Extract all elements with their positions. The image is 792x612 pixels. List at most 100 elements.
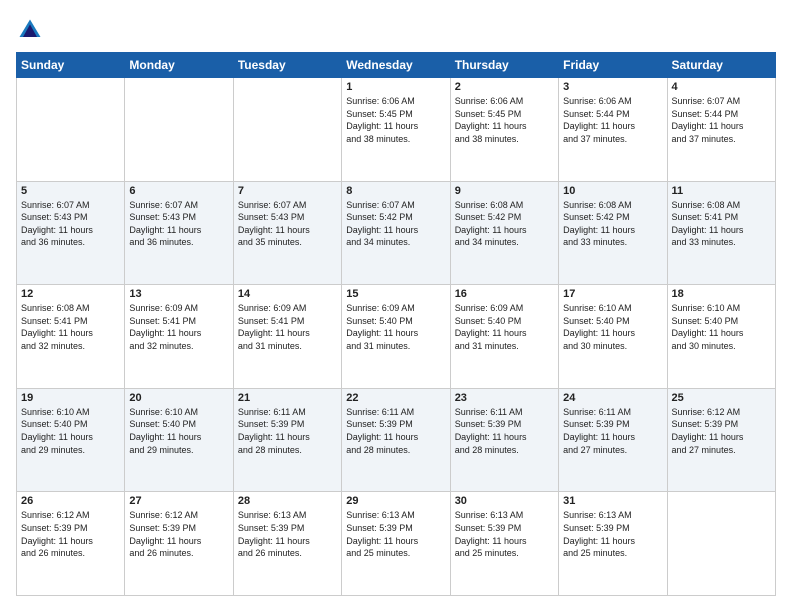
- calendar-cell: 14 Sunrise: 6:09 AM Sunset: 5:41 PM Dayli…: [233, 285, 341, 389]
- day-info: Sunrise: 6:09 AM Sunset: 5:40 PM Dayligh…: [455, 302, 554, 352]
- day-number: 11: [672, 185, 771, 197]
- day-number: 31: [563, 495, 662, 507]
- day-info: Sunrise: 6:08 AM Sunset: 5:42 PM Dayligh…: [563, 199, 662, 249]
- calendar-cell: 21Sunrise: 6:11 AM Sunset: 5:39 PM Dayli…: [233, 388, 341, 492]
- day-number: 5: [21, 185, 120, 197]
- calendar-cell: 22 Sunrise: 6:11 AM Sunset: 5:39 PM Dayli…: [342, 388, 450, 492]
- day-info: Sunrise: 6:10 AM Sunset: 5:40 PM Dayligh…: [563, 302, 662, 352]
- day-number: 19: [21, 392, 120, 404]
- day-info: Sunrise: 6:08 AM Sunset: 5:41 PM Dayligh…: [21, 302, 120, 352]
- calendar-header-thursday: Thursday: [450, 53, 558, 78]
- day-info: Sunrise: 6:13 AM Sunset: 5:39 PM Dayligh…: [563, 509, 662, 559]
- day-info: Sunrise: 6:07 AM Sunset: 5:43 PM Dayligh…: [238, 199, 337, 249]
- day-number: 22: [346, 392, 445, 404]
- calendar: SundayMondayTuesdayWednesdayThursdayFrid…: [16, 52, 776, 596]
- calendar-cell: 1 Sunrise: 6:06 AM Sunset: 5:45 PM Daylig…: [342, 78, 450, 182]
- calendar-header-wednesday: Wednesday: [342, 53, 450, 78]
- day-info: Sunrise: 6:13 AM Sunset: 5:39 PM Dayligh…: [455, 509, 554, 559]
- day-info: Sunrise: 6:10 AM Sunset: 5:40 PM Dayligh…: [129, 406, 228, 456]
- calendar-cell: [667, 492, 775, 596]
- day-info: Sunrise: 6:09 AM Sunset: 5:40 PM Dayligh…: [346, 302, 445, 352]
- calendar-cell: 12 Sunrise: 6:08 AM Sunset: 5:41 PM Dayli…: [17, 285, 125, 389]
- day-info: Sunrise: 6:11 AM Sunset: 5:39 PM Dayligh…: [346, 406, 445, 456]
- calendar-cell: 28 Sunrise: 6:13 AM Sunset: 5:39 PM Dayli…: [233, 492, 341, 596]
- day-info: Sunrise: 6:06 AM Sunset: 5:44 PM Dayligh…: [563, 95, 662, 145]
- calendar-cell: 23 Sunrise: 6:11 AM Sunset: 5:39 PM Dayli…: [450, 388, 558, 492]
- calendar-cell: 25Sunrise: 6:12 AM Sunset: 5:39 PM Dayli…: [667, 388, 775, 492]
- calendar-header-row: SundayMondayTuesdayWednesdayThursdayFrid…: [17, 53, 776, 78]
- day-number: 1: [346, 81, 445, 93]
- calendar-cell: 3 Sunrise: 6:06 AM Sunset: 5:44 PM Daylig…: [559, 78, 667, 182]
- day-number: 6: [129, 185, 228, 197]
- calendar-cell: 31 Sunrise: 6:13 AM Sunset: 5:39 PM Dayli…: [559, 492, 667, 596]
- calendar-cell: 10 Sunrise: 6:08 AM Sunset: 5:42 PM Dayli…: [559, 181, 667, 285]
- day-info: Sunrise: 6:13 AM Sunset: 5:39 PM Dayligh…: [238, 509, 337, 559]
- day-number: 16: [455, 288, 554, 300]
- calendar-cell: 20 Sunrise: 6:10 AM Sunset: 5:40 PM Dayli…: [125, 388, 233, 492]
- day-number: 7: [238, 185, 337, 197]
- day-info: Sunrise: 6:09 AM Sunset: 5:41 PM Dayligh…: [129, 302, 228, 352]
- calendar-cell: [233, 78, 341, 182]
- calendar-cell: 27 Sunrise: 6:12 AM Sunset: 5:39 PM Dayli…: [125, 492, 233, 596]
- calendar-cell: 5 Sunrise: 6:07 AM Sunset: 5:43 PM Daylig…: [17, 181, 125, 285]
- calendar-cell: 4 Sunrise: 6:07 AM Sunset: 5:44 PM Daylig…: [667, 78, 775, 182]
- day-info: Sunrise: 6:12 AM Sunset: 5:39 PM Dayligh…: [21, 509, 120, 559]
- calendar-cell: 7 Sunrise: 6:07 AM Sunset: 5:43 PM Daylig…: [233, 181, 341, 285]
- day-info: Sunrise: 6:10 AM Sunset: 5:40 PM Dayligh…: [672, 302, 771, 352]
- day-info: Sunrise: 6:07 AM Sunset: 5:42 PM Dayligh…: [346, 199, 445, 249]
- day-number: 3: [563, 81, 662, 93]
- calendar-cell: [17, 78, 125, 182]
- day-info: Sunrise: 6:11 AM Sunset: 5:39 PM Dayligh…: [563, 406, 662, 456]
- day-number: 28: [238, 495, 337, 507]
- header: [16, 16, 776, 44]
- calendar-week-2: 12 Sunrise: 6:08 AM Sunset: 5:41 PM Dayli…: [17, 285, 776, 389]
- day-info: Sunrise: 6:07 AM Sunset: 5:43 PM Dayligh…: [21, 199, 120, 249]
- day-info: Sunrise: 6:06 AM Sunset: 5:45 PM Dayligh…: [455, 95, 554, 145]
- day-info: Sunrise: 6:07 AM Sunset: 5:44 PM Dayligh…: [672, 95, 771, 145]
- day-info: Sunrise: 6:09 AM Sunset: 5:41 PM Dayligh…: [238, 302, 337, 352]
- day-number: 10: [563, 185, 662, 197]
- calendar-cell: 2Sunrise: 6:06 AM Sunset: 5:45 PM Daylig…: [450, 78, 558, 182]
- day-info: Sunrise: 6:07 AM Sunset: 5:43 PM Dayligh…: [129, 199, 228, 249]
- calendar-cell: 8 Sunrise: 6:07 AM Sunset: 5:42 PM Daylig…: [342, 181, 450, 285]
- calendar-cell: 29Sunrise: 6:13 AM Sunset: 5:39 PM Dayli…: [342, 492, 450, 596]
- day-number: 18: [672, 288, 771, 300]
- day-number: 4: [672, 81, 771, 93]
- calendar-header-tuesday: Tuesday: [233, 53, 341, 78]
- calendar-cell: 6 Sunrise: 6:07 AM Sunset: 5:43 PM Daylig…: [125, 181, 233, 285]
- day-number: 13: [129, 288, 228, 300]
- day-number: 17: [563, 288, 662, 300]
- day-info: Sunrise: 6:10 AM Sunset: 5:40 PM Dayligh…: [21, 406, 120, 456]
- calendar-header-sunday: Sunday: [17, 53, 125, 78]
- calendar-cell: 30 Sunrise: 6:13 AM Sunset: 5:39 PM Dayli…: [450, 492, 558, 596]
- day-number: 8: [346, 185, 445, 197]
- day-info: Sunrise: 6:12 AM Sunset: 5:39 PM Dayligh…: [672, 406, 771, 456]
- logo-icon: [16, 16, 44, 44]
- calendar-cell: 11 Sunrise: 6:08 AM Sunset: 5:41 PM Dayli…: [667, 181, 775, 285]
- calendar-cell: 18 Sunrise: 6:10 AM Sunset: 5:40 PM Dayli…: [667, 285, 775, 389]
- day-number: 30: [455, 495, 554, 507]
- day-info: Sunrise: 6:12 AM Sunset: 5:39 PM Dayligh…: [129, 509, 228, 559]
- day-info: Sunrise: 6:06 AM Sunset: 5:45 PM Dayligh…: [346, 95, 445, 145]
- calendar-week-0: 1 Sunrise: 6:06 AM Sunset: 5:45 PM Daylig…: [17, 78, 776, 182]
- day-number: 15: [346, 288, 445, 300]
- calendar-cell: 26Sunrise: 6:12 AM Sunset: 5:39 PM Dayli…: [17, 492, 125, 596]
- calendar-week-4: 26Sunrise: 6:12 AM Sunset: 5:39 PM Dayli…: [17, 492, 776, 596]
- day-number: 23: [455, 392, 554, 404]
- calendar-week-3: 19 Sunrise: 6:10 AM Sunset: 5:40 PM Dayli…: [17, 388, 776, 492]
- calendar-cell: 24Sunrise: 6:11 AM Sunset: 5:39 PM Dayli…: [559, 388, 667, 492]
- calendar-header-monday: Monday: [125, 53, 233, 78]
- calendar-cell: 19 Sunrise: 6:10 AM Sunset: 5:40 PM Dayli…: [17, 388, 125, 492]
- day-number: 27: [129, 495, 228, 507]
- day-info: Sunrise: 6:11 AM Sunset: 5:39 PM Dayligh…: [238, 406, 337, 456]
- day-info: Sunrise: 6:11 AM Sunset: 5:39 PM Dayligh…: [455, 406, 554, 456]
- page: SundayMondayTuesdayWednesdayThursdayFrid…: [0, 0, 792, 612]
- day-info: Sunrise: 6:08 AM Sunset: 5:42 PM Dayligh…: [455, 199, 554, 249]
- day-info: Sunrise: 6:08 AM Sunset: 5:41 PM Dayligh…: [672, 199, 771, 249]
- calendar-cell: 9Sunrise: 6:08 AM Sunset: 5:42 PM Daylig…: [450, 181, 558, 285]
- day-number: 14: [238, 288, 337, 300]
- day-number: 20: [129, 392, 228, 404]
- day-number: 12: [21, 288, 120, 300]
- calendar-cell: [125, 78, 233, 182]
- calendar-header-saturday: Saturday: [667, 53, 775, 78]
